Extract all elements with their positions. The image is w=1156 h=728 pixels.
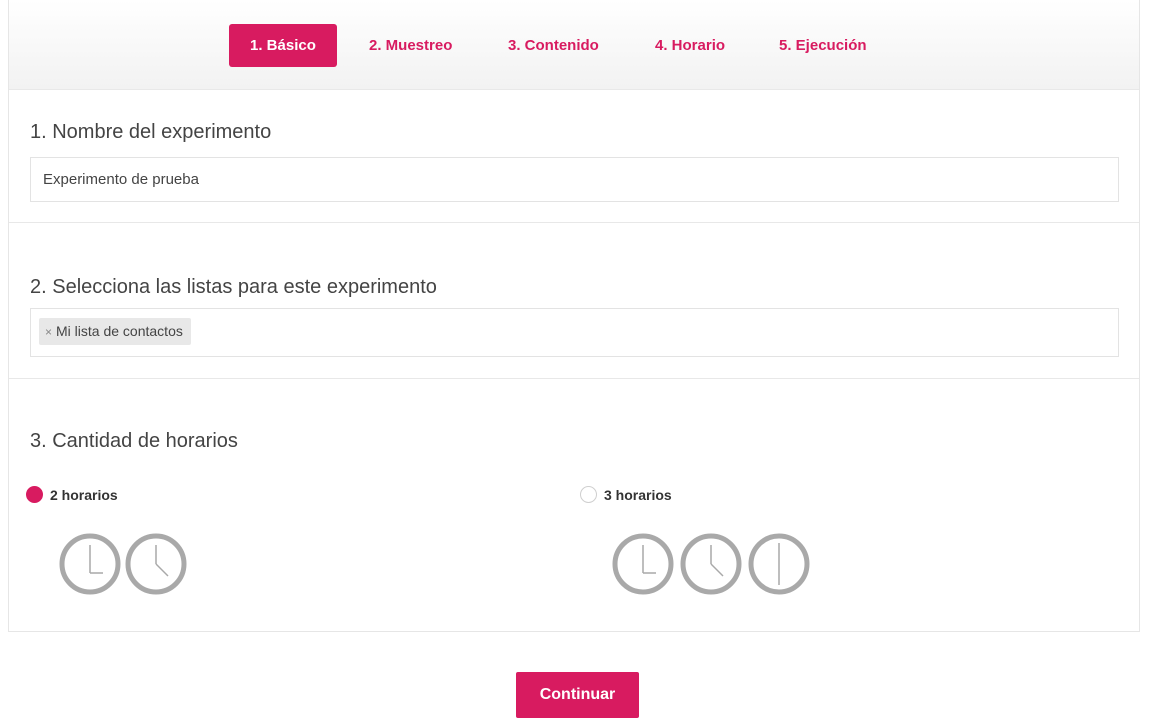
tab-horario[interactable]: 4. Horario	[655, 24, 725, 67]
lists-section-title: 2. Selecciona las listas para este exper…	[30, 276, 437, 298]
lists-select-input[interactable]: × Mi lista de contactos	[30, 308, 1119, 357]
name-section-title: 1. Nombre del experimento	[30, 121, 272, 143]
clock-icon	[125, 533, 187, 595]
clock-icon	[59, 533, 121, 595]
list-tag-label: Mi lista de contactos	[56, 323, 183, 339]
wizard-card: 1. Básico 2. Muestreo 3. Contenido 4. Ho…	[8, 0, 1140, 632]
tab-contenido[interactable]: 3. Contenido	[508, 24, 599, 67]
section-divider	[9, 222, 1139, 223]
list-tag: × Mi lista de contactos	[39, 318, 191, 345]
option-2-horarios-label: 2 horarios	[50, 486, 118, 503]
clock-icon	[612, 533, 674, 595]
option-2-horarios[interactable]: 2 horarios	[26, 486, 118, 508]
radio-unchecked[interactable]	[580, 486, 597, 504]
tab-ejecucion[interactable]: 5. Ejecución	[779, 24, 867, 67]
experiment-name-input[interactable]	[30, 157, 1119, 202]
schedules-section-title: 3. Cantidad de horarios	[30, 430, 238, 452]
radio-checked[interactable]	[26, 486, 43, 504]
clock-icon	[748, 533, 810, 595]
option-3-horarios[interactable]: 3 horarios	[580, 486, 672, 508]
tab-muestreo[interactable]: 2. Muestreo	[369, 24, 452, 67]
option-3-horarios-label: 3 horarios	[604, 486, 672, 503]
remove-tag-icon[interactable]: ×	[45, 319, 52, 346]
tab-basico[interactable]: 1. Básico	[229, 24, 337, 67]
step-tabs: 1. Básico 2. Muestreo 3. Contenido 4. Ho…	[9, 0, 1139, 90]
section-divider	[9, 378, 1139, 379]
continue-button[interactable]: Continuar	[516, 672, 639, 718]
clock-icon	[680, 533, 742, 595]
